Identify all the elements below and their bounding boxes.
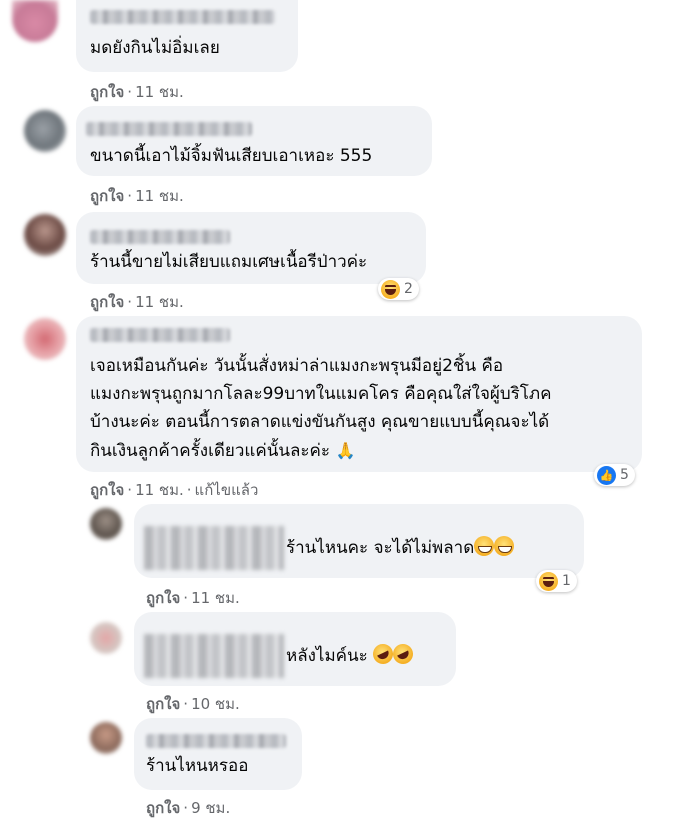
comment-text: ขนาดนี้เอาไม้จิ้มฟันเสียบเอาเหอะ 555 — [90, 146, 373, 166]
comment-bubble: เจอเหมือนกันค่ะ วันนั้นสั่งหม่าล่าแมงกะพ… — [76, 316, 642, 472]
timestamp[interactable]: 11 ชม. — [191, 589, 240, 607]
comment-meta: ถูกใจ · 10 ชม. — [146, 692, 240, 716]
timestamp[interactable]: 11 ชม. — [135, 481, 184, 499]
comment-text-body: ร้านไหนคะ จะได้ไม่พลาด — [286, 538, 475, 558]
comment-bubble: ขนาดนี้เอาไม้จิ้มฟันเสียบเอาเหอะ 555 — [76, 106, 432, 176]
comment-bubble: หลังไมค์นะ — [134, 612, 456, 686]
timestamp[interactable]: 11 ชม. — [135, 293, 184, 311]
like-link[interactable]: ถูกใจ — [90, 293, 124, 311]
comment-meta: ถูกใจ · 11 ชม. — [146, 586, 240, 610]
comment-text-body: หลังไมค์นะ — [286, 646, 368, 666]
comment-meta: ถูกใจ · 11 ชม. — [90, 184, 184, 208]
comment-bubble: ร้านไหนคะ จะได้ไม่พลาด — [134, 504, 584, 578]
pray-icon: 🙏 — [335, 441, 356, 460]
separator: · — [183, 589, 189, 607]
comment-meta: ถูกใจ · 11 ชม. — [90, 290, 184, 314]
avatar[interactable] — [24, 214, 66, 256]
rofl-icon — [389, 640, 417, 668]
timestamp[interactable]: 10 ชม. — [191, 695, 240, 713]
reaction-number: 1 — [562, 573, 571, 589]
comment-text: หลังไมค์นะ — [144, 634, 417, 678]
reaction-number: 2 — [404, 281, 413, 297]
reaction-number: 5 — [620, 467, 629, 483]
like-link[interactable]: ถูกใจ — [146, 589, 180, 607]
like-link[interactable]: ถูกใจ — [146, 799, 180, 817]
comment-text-last: กินเงินลูกค้าครั้งเดียวแค่นั้นละค่ะ — [90, 441, 331, 461]
like-link[interactable]: ถูกใจ — [90, 481, 124, 499]
blurred-author-name[interactable] — [144, 526, 284, 570]
edited-label[interactable]: แก้ไขแล้ว — [195, 481, 259, 499]
reaction-count[interactable]: 1 — [536, 570, 577, 592]
haha-icon — [539, 571, 558, 591]
separator: · — [183, 695, 189, 713]
grin-icon — [474, 536, 495, 556]
comment-text-line: แมงกะพรุนถูกมากโลละ99บาทในแมคโคร คือคุณใ… — [90, 384, 552, 404]
like-link[interactable]: ถูกใจ — [146, 695, 180, 713]
separator: · — [127, 187, 133, 205]
like-link[interactable]: ถูกใจ — [90, 83, 124, 101]
comment-text-line: เจอเหมือนกันค่ะ วันนั้นสั่งหม่าล่าแมงกะพ… — [90, 356, 504, 376]
blurred-author-name[interactable] — [144, 634, 284, 678]
author-name[interactable] — [90, 230, 230, 244]
avatar[interactable] — [24, 318, 66, 360]
author-name[interactable] — [90, 328, 230, 342]
avatar[interactable] — [90, 722, 122, 754]
separator: · — [183, 799, 189, 817]
author-name[interactable] — [90, 10, 275, 24]
avatar[interactable] — [90, 508, 122, 540]
author-name[interactable] — [86, 122, 252, 136]
comment-text-line: บ้างนะค่ะ ตอนนี้การตลาดแข่งขันกันสูง คุณ… — [90, 412, 550, 432]
comment-meta: ถูกใจ · 11 ชม. · แก้ไขแล้ว — [90, 478, 258, 502]
comment-text: ร้านไหนหรออ — [146, 756, 249, 776]
separator: · — [186, 481, 192, 499]
separator: · — [127, 293, 133, 311]
reaction-count[interactable]: 👍 5 — [594, 464, 635, 486]
timestamp[interactable]: 9 ชม. — [191, 799, 230, 817]
comment-bubble: ร้านไหนหรออ — [134, 718, 302, 790]
comment-text: ร้านไหนคะ จะได้ไม่พลาด — [144, 526, 515, 570]
haha-icon — [381, 279, 400, 299]
separator: · — [127, 83, 133, 101]
comment-meta: ถูกใจ · 9 ชม. — [146, 796, 230, 820]
reaction-count[interactable]: 2 — [378, 278, 419, 300]
like-icon: 👍 — [597, 465, 616, 485]
like-link[interactable]: ถูกใจ — [90, 187, 124, 205]
author-name[interactable] — [146, 734, 286, 748]
comment-text: ร้านนี้ขายไม่เสียบแถมเศษเนื้อรีป่าวค่ะ — [90, 252, 368, 272]
comment-bubble: ร้านนี้ขายไม่เสียบแถมเศษเนื้อรีป่าวค่ะ — [76, 212, 426, 284]
avatar[interactable] — [24, 110, 66, 152]
grin-icon — [494, 536, 515, 556]
separator: · — [127, 481, 133, 499]
timestamp[interactable]: 11 ชม. — [135, 187, 184, 205]
timestamp[interactable]: 11 ชม. — [135, 83, 184, 101]
avatar[interactable] — [90, 622, 122, 654]
comment-bubble: มดยังกินไม่อิ่มเลย — [76, 0, 298, 72]
avatar[interactable] — [12, 0, 58, 42]
comment-text: มดยังกินไม่อิ่มเลย — [90, 38, 220, 58]
comment-text-line: กินเงินลูกค้าครั้งเดียวแค่นั้นละค่ะ 🙏 — [90, 436, 355, 466]
comment-meta: ถูกใจ · 11 ชม. — [90, 80, 184, 104]
